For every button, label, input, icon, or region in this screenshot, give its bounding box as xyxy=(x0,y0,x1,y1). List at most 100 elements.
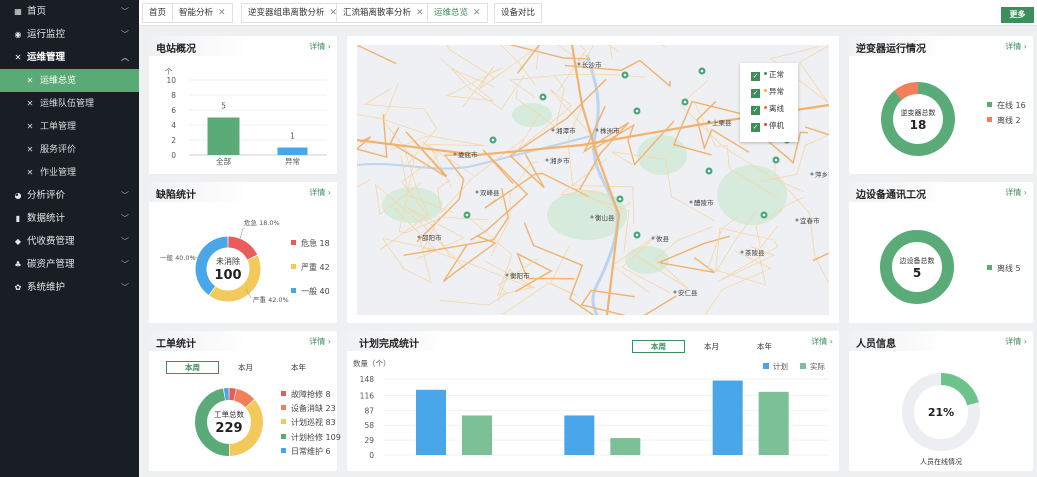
chevron-down-icon: ﹀ xyxy=(121,191,129,200)
city-label: 邵阳市 xyxy=(422,233,442,242)
more-button[interactable]: 更多 xyxy=(1001,7,1034,23)
city-dot xyxy=(551,128,555,132)
sidebar-subitem-4[interactable]: ✕ 作业管理 xyxy=(0,161,139,184)
map-legend-label: 停机 xyxy=(769,121,784,130)
tab-2[interactable]: 逆变器组串离散分析 ✕ xyxy=(241,3,345,23)
map-park xyxy=(512,103,552,127)
workorder-card: 工单统计 详情 › 本周 本月 本年 工单总数 229 故障抢修 8 设备消缺 23 计划… xyxy=(149,331,341,471)
sidebar-item-label: 系统维护 xyxy=(27,282,66,293)
legend-swatch xyxy=(291,264,296,269)
chevron-up-icon: ︿ xyxy=(121,53,129,62)
sidebar-bottom-item-1[interactable]: ▮ 数据统计 ﹀ xyxy=(0,207,139,230)
sidebar-bottom-item-2[interactable]: ◆ 代收费管理 ﹀ xyxy=(0,230,139,253)
center-value: 21% xyxy=(928,406,954,419)
tool-icon: ✕ xyxy=(26,145,34,154)
tab-4[interactable]: 运维总览 ✕ xyxy=(427,3,488,23)
tab-label: 汇流箱离散率分析 xyxy=(343,8,412,18)
legend-item: 设备消缺 23 xyxy=(281,403,336,414)
city-label: 湘乡市 xyxy=(550,156,570,165)
sidebar-bottom-item-4[interactable]: ✿ 系统维护 ﹀ xyxy=(0,276,139,299)
legend-value: 42 xyxy=(317,263,330,272)
tab-5[interactable]: 设备对比 xyxy=(494,3,543,23)
comm-card: 边设备通讯工况 详情 › 边设备总数 5 离线 5 xyxy=(849,182,1033,323)
bar-chart-icon: ▮ xyxy=(15,214,21,223)
bar-计划-0 xyxy=(416,389,446,455)
city-dot xyxy=(673,290,677,294)
sidebar-bottom-item-0[interactable]: ◕ 分析评价 ﹀ xyxy=(0,184,139,207)
y-tick-label: 0 xyxy=(369,451,374,460)
legend-swatch xyxy=(281,405,286,411)
tab-3[interactable]: 汇流箱离散率分析 ✕ xyxy=(336,3,431,23)
map-park xyxy=(637,135,687,175)
map-legend-item[interactable]: ✓ 异常 xyxy=(751,86,784,99)
legend-swatch xyxy=(987,117,992,122)
sidebar-item-2[interactable]: ✕ 运维管理 ︿ xyxy=(0,46,139,69)
city-label: 安仁县 xyxy=(678,288,698,297)
slice-label: 一般 40.0% xyxy=(160,253,196,262)
legend-item: 故障抢修 8 xyxy=(281,389,331,400)
sidebar-item-label: 运维管理 xyxy=(27,52,66,63)
y-tick-label: 4 xyxy=(171,121,176,130)
y-tick-label: 116 xyxy=(360,391,375,400)
legend-label: 计划检修 xyxy=(291,432,323,442)
bar-全部 xyxy=(207,117,240,155)
sidebar-item-0[interactable]: ▦ 首页 ﹀ xyxy=(0,0,139,23)
legend-label: 严重 xyxy=(301,263,317,272)
chevron-down-icon: ﹀ xyxy=(121,283,129,292)
legend-value: 16 xyxy=(1013,101,1026,110)
center-value: 5 xyxy=(913,266,921,280)
map-legend-item[interactable]: ✓ 停机 xyxy=(751,120,784,133)
inverter-card: 逆变器运行情况 详情 › 逆变器总数 18 在线 16 离线 2 xyxy=(849,36,1033,174)
status-dot xyxy=(764,89,767,92)
sidebar-item-1[interactable]: ◉ 运行监控 ﹀ xyxy=(0,23,139,46)
caption: 人员在线情况 xyxy=(920,457,962,466)
tab-label: 设备对比 xyxy=(501,8,536,18)
sidebar-subitem-3[interactable]: ✕ 服务评价 xyxy=(0,138,139,161)
coins-icon: ◆ xyxy=(14,237,22,246)
legend-swatch xyxy=(800,363,806,369)
legend-item: 危急 18 xyxy=(291,238,330,249)
station-marker-dot xyxy=(541,95,545,99)
y-tick-label: 0 xyxy=(171,151,176,160)
x-tick-label: 全部 xyxy=(216,156,231,166)
tab-label: 运维总览 xyxy=(434,8,469,18)
chevron-down-icon: ﹀ xyxy=(121,260,129,269)
sidebar-subitem-0[interactable]: ✕ 运维总览 xyxy=(0,69,139,92)
y-tick-label: 29 xyxy=(364,436,374,445)
legend-item: 严重 42 xyxy=(291,262,330,273)
tab-0[interactable]: 首页 xyxy=(142,3,174,23)
y-tick-label: 87 xyxy=(364,406,374,415)
legend-value: 40 xyxy=(317,287,330,296)
map-legend-label: 正常 xyxy=(769,70,784,79)
sidebar-item-label: 首页 xyxy=(27,6,47,17)
legend-value: 83 xyxy=(323,418,336,428)
sidebar-subitem-2[interactable]: ✕ 工单管理 xyxy=(0,115,139,138)
map-legend-item[interactable]: ✓ 离线 xyxy=(751,103,784,116)
station-marker-dot xyxy=(623,73,627,77)
tab-1[interactable]: 智能分析 ✕ xyxy=(172,3,233,23)
legend-label: 一般 xyxy=(301,287,317,296)
sidebar-subitem-1[interactable]: ✕ 运维队伍管理 xyxy=(0,92,139,115)
center-label: 工单总数 xyxy=(214,409,244,419)
legend-value: 23 xyxy=(323,404,336,414)
slice-离线 xyxy=(894,82,919,101)
legend-label: 设备消缺 xyxy=(291,404,323,414)
city-dot xyxy=(453,152,457,156)
station-marker-dot xyxy=(707,169,711,173)
sidebar-subitem-label: 运维总览 xyxy=(40,76,77,86)
station-marker-dot xyxy=(635,109,639,113)
city-dot xyxy=(590,215,594,219)
bar-计划-2 xyxy=(712,380,743,455)
sidebar-subitem-label: 服务评价 xyxy=(40,145,77,155)
tool-icon: ✕ xyxy=(26,76,34,85)
city-dot xyxy=(577,62,581,66)
legend-item: 日常维护 6 xyxy=(281,446,331,457)
station-marker-dot xyxy=(762,213,766,217)
city-label: 茶陵县 xyxy=(745,248,765,257)
sidebar-bottom-item-3[interactable]: ♣ 碳资产管理 ﹀ xyxy=(0,253,139,276)
station-marker-dot xyxy=(491,138,495,142)
city-label: 醴陵市 xyxy=(694,198,714,207)
tab-bar: 首页 智能分析 ✕ 逆变器组串离散分析 ✕ 汇流箱离散率分析 ✕ 运维总览 ✕ 设备对比 更多 xyxy=(139,0,1037,26)
tab-label: 首页 xyxy=(149,8,167,18)
map-legend-item[interactable]: ✓ 正常 xyxy=(751,69,784,82)
